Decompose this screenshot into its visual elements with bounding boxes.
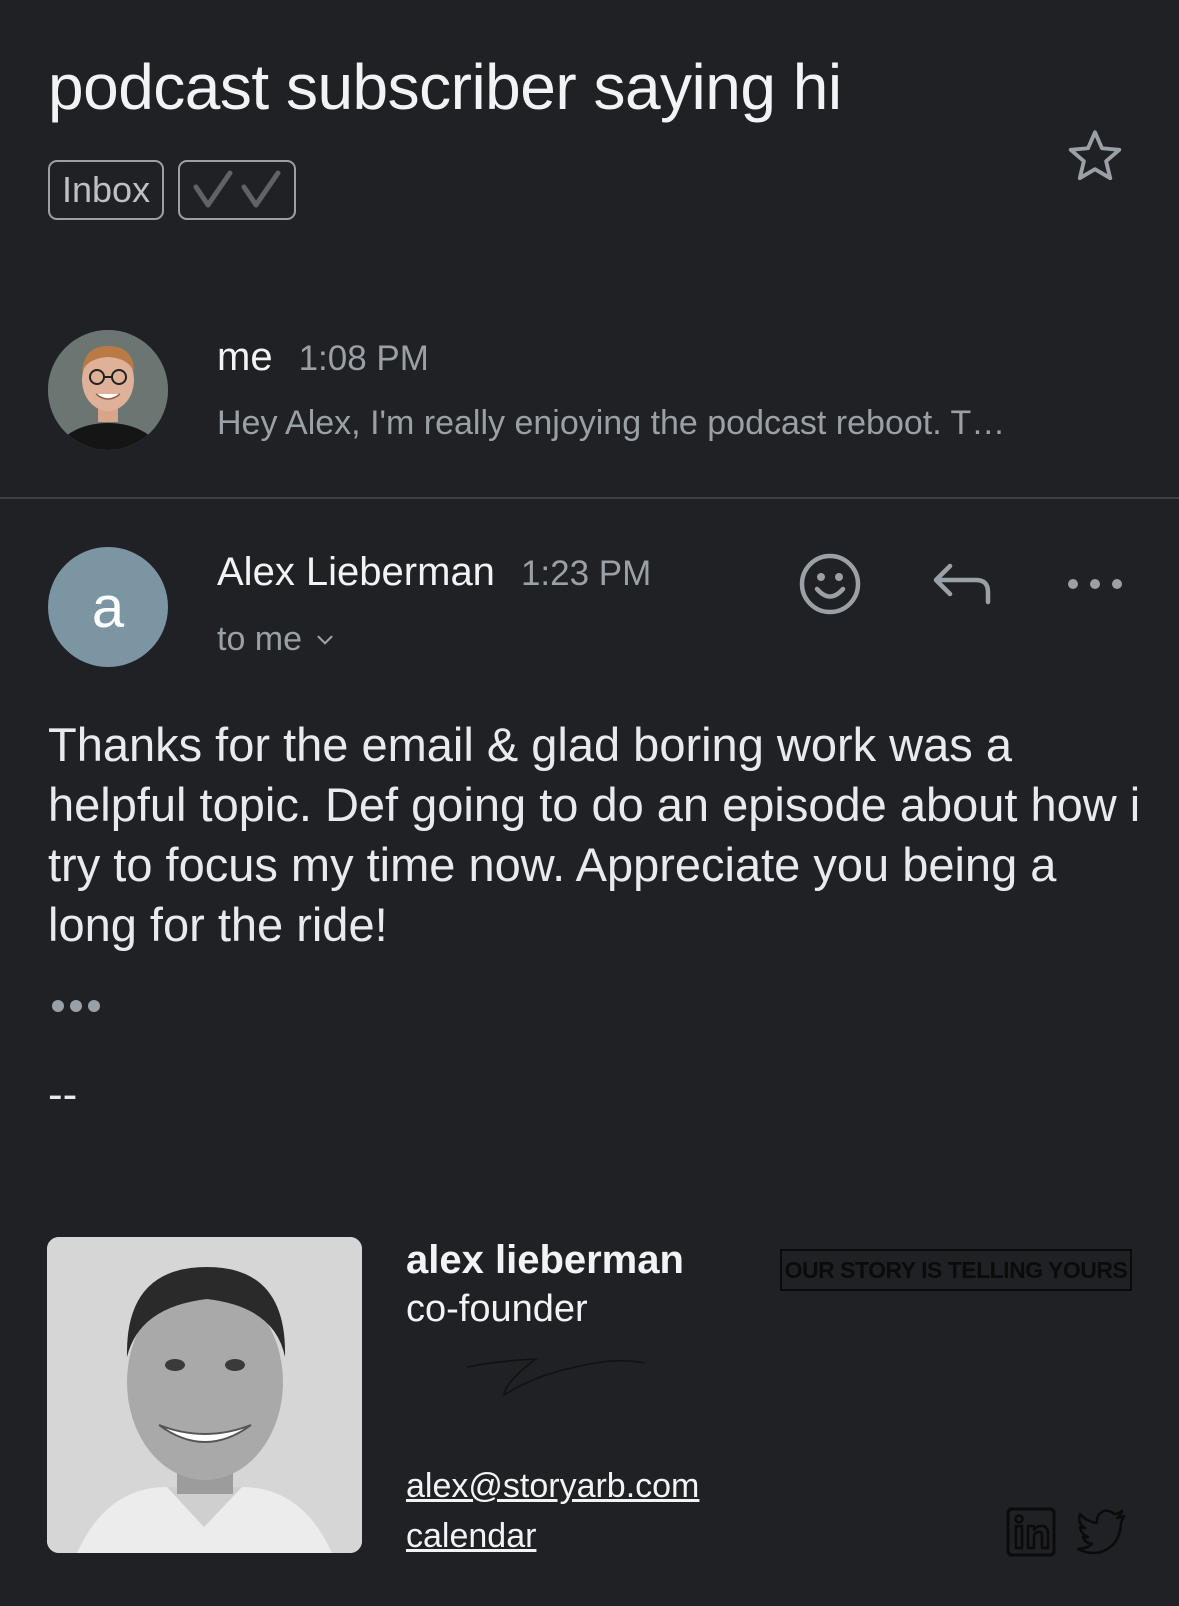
message-time: 1:08 PM: [298, 339, 429, 378]
signature-calendar-link[interactable]: calendar: [406, 1517, 536, 1556]
emoji-icon[interactable]: [798, 552, 862, 616]
avatar: [48, 330, 168, 450]
twitter-icon[interactable]: [1076, 1506, 1128, 1558]
message-divider: [0, 497, 1179, 499]
profile-photo: [48, 330, 168, 450]
double-check-icon: [193, 170, 281, 208]
signature-name: alex lieberman: [406, 1238, 684, 1282]
show-trimmed-content-button[interactable]: [52, 1000, 100, 1012]
label-inbox[interactable]: Inbox: [48, 160, 165, 220]
signature-email-link[interactable]: alex@storyarb.com: [406, 1467, 699, 1506]
sender-name: me: [217, 335, 273, 379]
signature-photo: [47, 1237, 362, 1553]
email-thread-view: podcast subscriber saying hi Inbox me 1:…: [0, 0, 1179, 1606]
message-snippet: Hey Alex, I'm really enjoying the podcas…: [217, 404, 1006, 442]
handwritten-signature: [467, 1358, 645, 1397]
avatar[interactable]: a: [48, 547, 168, 667]
label-list: Inbox: [48, 160, 297, 220]
chevron-down-icon: [317, 635, 333, 645]
sender-name: Alex Lieberman: [217, 550, 495, 594]
collapsed-message[interactable]: me 1:08 PM Hey Alex, I'm really enjoying…: [0, 322, 1179, 498]
headshot-image: [47, 1237, 362, 1553]
reply-icon[interactable]: [930, 552, 994, 616]
message-time: 1:23 PM: [520, 554, 652, 593]
recipients-toggle[interactable]: to me: [217, 620, 338, 659]
message-header: a Alex Lieberman 1:23 PM to me: [0, 540, 1179, 670]
signature-separator: --: [48, 1070, 78, 1119]
message-body: Thanks for the email & glad boring work …: [48, 718, 1141, 951]
label-importance[interactable]: [178, 160, 297, 220]
more-horizontal-icon[interactable]: [1063, 552, 1127, 616]
star-icon[interactable]: [1064, 125, 1126, 187]
email-subject: podcast subscriber saying hi: [48, 51, 842, 123]
recipients-label: to me: [217, 620, 303, 658]
linkedin-icon[interactable]: [1005, 1506, 1057, 1558]
signature-title: co-founder: [406, 1288, 588, 1330]
signature-motto: OUR STORY IS TELLING YOURS: [780, 1249, 1132, 1291]
